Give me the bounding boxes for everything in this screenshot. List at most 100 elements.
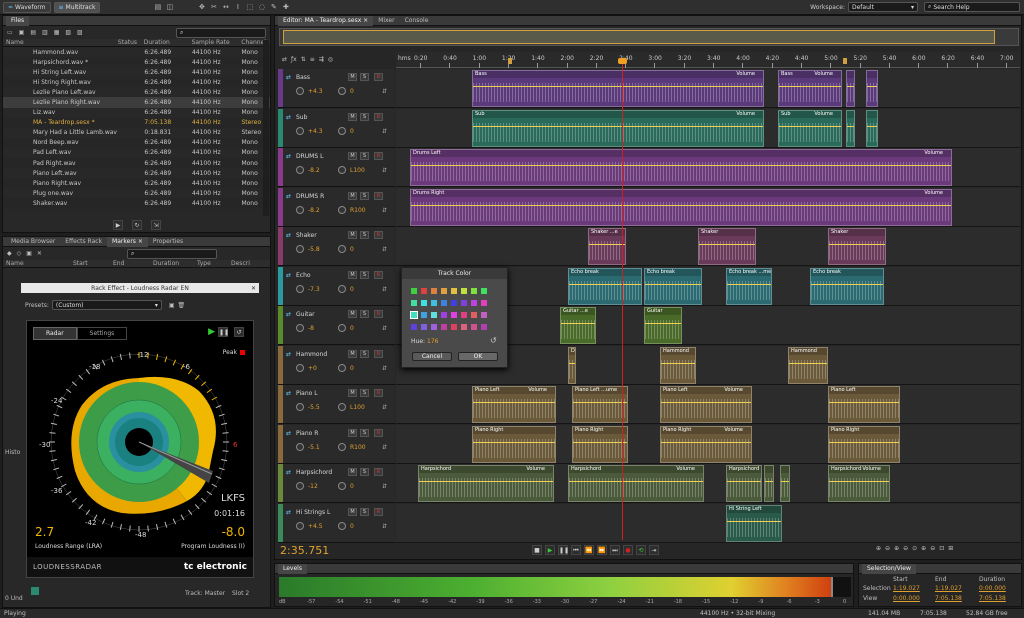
pan-value[interactable]: R100: [350, 444, 366, 451]
track-header-piano-r[interactable]: ⇄ Piano R M S R -5.1 R100 ⇵: [278, 424, 395, 464]
track-header-hammond[interactable]: ⇄ Hammond M S R +0 0 ⇵: [278, 345, 395, 385]
zoom-out-amplitude-icon[interactable]: ⊖: [885, 545, 890, 552]
color-swatch[interactable]: [451, 324, 457, 330]
track-color-bar[interactable]: [278, 148, 283, 186]
pan-knob[interactable]: [338, 403, 346, 411]
color-swatch[interactable]: [431, 324, 437, 330]
record-arm-button[interactable]: R: [374, 468, 383, 476]
pan-knob[interactable]: [338, 205, 346, 214]
solo-button[interactable]: S: [360, 152, 369, 160]
audio-clip[interactable]: Piano Left: [828, 386, 900, 423]
go-to-end-icon[interactable]: ⏭: [610, 545, 620, 555]
audio-clip[interactable]: Piano Right: [472, 425, 556, 463]
solo-button[interactable]: S: [360, 389, 369, 397]
lasso-tool-icon[interactable]: ◌: [257, 3, 266, 12]
track-lane[interactable]: Shaker ...e Shaker Shaker: [396, 227, 1020, 266]
track-color-bar[interactable]: [278, 187, 283, 226]
color-swatch[interactable]: [461, 288, 467, 294]
selection-duration-field[interactable]: 0:00.000: [979, 585, 1006, 592]
go-to-start-icon[interactable]: ⏮: [571, 545, 581, 555]
tab-editor[interactable]: Editor: MA - Teardrop.sesx ×: [278, 15, 374, 26]
marker-column-descri[interactable]: Descri: [231, 260, 261, 267]
eq-icon[interactable]: ≡: [310, 56, 315, 63]
loop-icon[interactable]: ↻: [132, 220, 142, 230]
tab-levels[interactable]: Levels: [278, 563, 307, 574]
track-color-bar[interactable]: [278, 266, 283, 305]
audio-clip[interactable]: Echo break: [810, 267, 884, 305]
track-header-harpsichord[interactable]: ⇄ Harpsichord M S R -12 0 ⇵: [278, 464, 395, 503]
track-color-bar[interactable]: [278, 69, 283, 107]
files-scrollbar[interactable]: [263, 40, 269, 216]
input-output-icon[interactable]: ⇵: [382, 404, 387, 411]
track-header-guitar[interactable]: ⇄ Guitar M S R -8 0 ⇵: [278, 306, 395, 345]
color-swatch[interactable]: [451, 312, 457, 318]
track-name[interactable]: DRUMS L: [296, 153, 323, 160]
pan-value[interactable]: 0: [350, 523, 354, 530]
color-swatch[interactable]: [471, 288, 477, 294]
volume-knob[interactable]: [296, 166, 304, 174]
autoplay-toggle-icon[interactable]: ⇲: [151, 220, 161, 230]
tab-markers[interactable]: Markers ×: [107, 236, 148, 247]
audio-clip[interactable]: Hammond: [788, 346, 828, 384]
volume-knob[interactable]: [296, 284, 304, 293]
audio-clip[interactable]: Drums Left Volume: [410, 149, 952, 186]
merge-icon[interactable]: ◇: [17, 250, 22, 257]
track-header-piano-l[interactable]: ⇄ Piano L M S R -5.5 L100 ⇵: [278, 385, 395, 424]
file-row[interactable]: Hammond.wav 6:26.489 44100 Hz Mono: [3, 47, 270, 57]
mute-button[interactable]: M: [348, 231, 357, 239]
hue-value[interactable]: 176: [427, 338, 438, 345]
mute-button[interactable]: M: [348, 310, 357, 318]
record-arm-button[interactable]: R: [374, 191, 383, 200]
view-duration-field[interactable]: 7:05.138: [979, 595, 1006, 602]
close-file-icon[interactable]: ▦: [54, 29, 60, 36]
audio-clip[interactable]: Piano Left Volume: [472, 386, 556, 423]
record-icon[interactable]: ●: [623, 545, 633, 555]
audio-clip[interactable]: Echo break: [568, 267, 642, 305]
play-icon[interactable]: ▶: [113, 220, 123, 230]
fx-text-icon[interactable]: ƒx: [291, 56, 297, 63]
audio-clip[interactable]: Harpsichord Volume: [828, 465, 890, 502]
files-search-input[interactable]: ⌕: [176, 27, 266, 38]
zoom-in-time-icon[interactable]: ⊕: [894, 545, 899, 552]
audio-clip[interactable]: Piano Left ...ume: [572, 386, 628, 423]
ok-button[interactable]: OK: [458, 352, 498, 361]
track-name[interactable]: Hammond: [296, 351, 327, 358]
tab-effects-rack[interactable]: Effects Rack: [60, 237, 107, 247]
pan-knob[interactable]: [338, 363, 346, 372]
track-name[interactable]: DRUMS R: [296, 193, 324, 200]
selection-end-field[interactable]: 1:19.027: [935, 585, 962, 592]
color-swatch[interactable]: [421, 324, 427, 330]
color-swatch[interactable]: [431, 312, 437, 318]
zoom-tracks-icon[interactable]: ⊞: [948, 545, 953, 552]
volume-knob[interactable]: [296, 363, 304, 372]
pan-knob[interactable]: [338, 442, 346, 451]
file-row[interactable]: Piano Left.wav 6:26.489 44100 Hz Mono: [3, 168, 270, 178]
marker-column-duration[interactable]: Duration: [153, 260, 197, 267]
color-swatch[interactable]: [411, 324, 417, 330]
color-swatch[interactable]: [481, 300, 487, 306]
marker-column-end[interactable]: End: [113, 260, 153, 267]
color-swatch[interactable]: [461, 324, 467, 330]
skip-icon[interactable]: ⇥: [649, 545, 659, 555]
color-swatch[interactable]: [431, 300, 437, 306]
color-swatch[interactable]: [410, 311, 418, 319]
track-name[interactable]: Shaker: [296, 232, 317, 239]
audio-clip[interactable]: Echo break: [644, 267, 702, 305]
record-arm-button[interactable]: R: [374, 73, 383, 81]
history-icon[interactable]: [31, 587, 39, 595]
mute-button[interactable]: M: [348, 112, 357, 121]
delete-icon[interactable]: ✕: [37, 250, 42, 257]
audio-clip[interactable]: Bass Volume: [472, 70, 764, 107]
inputs-icon[interactable]: ⇶: [319, 56, 324, 63]
zoom-full-icon[interactable]: ⊙: [912, 545, 917, 552]
mute-button[interactable]: M: [348, 507, 357, 516]
close-icon[interactable]: ✕: [251, 285, 256, 292]
fx-icon[interactable]: ⇄: [282, 56, 287, 63]
audio-clip[interactable]: Shaker ...e: [588, 228, 626, 265]
marker-column-name[interactable]: Name: [3, 260, 73, 267]
track-lane[interactable]: Piano Right Piano Right Piano Right Volume P…: [396, 424, 1020, 464]
volume-knob[interactable]: [296, 126, 304, 135]
selection-start-field[interactable]: 1:19.027: [893, 585, 920, 592]
pitch-icon[interactable]: ◫: [165, 3, 174, 12]
fast-forward-icon[interactable]: ⏩: [597, 545, 607, 555]
